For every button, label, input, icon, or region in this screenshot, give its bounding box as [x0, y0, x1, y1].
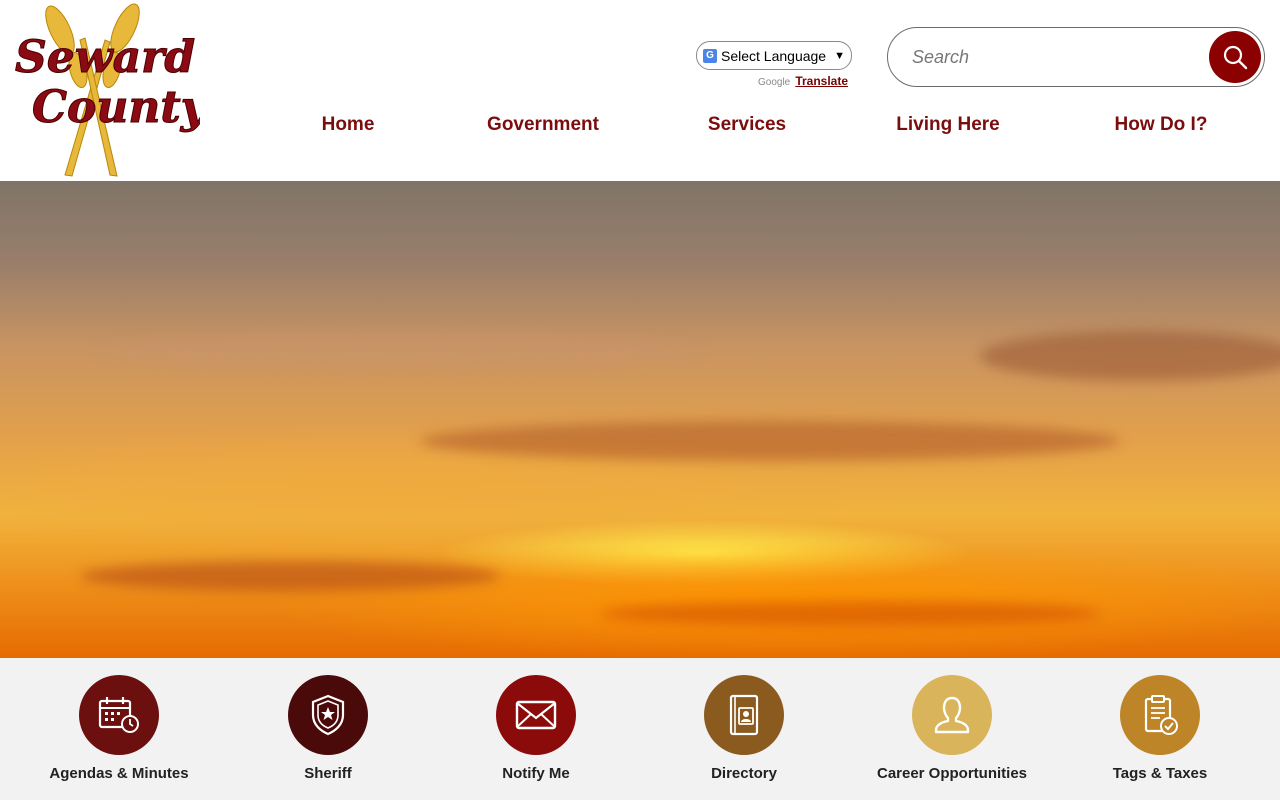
envelope-icon	[515, 700, 557, 730]
nav-how-do-i[interactable]: How Do I?	[1115, 114, 1208, 136]
google-wordmark: Google	[758, 77, 791, 88]
quick-links-bar: Agendas & Minutes Sheriff Notify Me Dire…	[0, 658, 1280, 800]
seward-county-logo[interactable]: Seward County	[10, 0, 210, 180]
quicklink-tags-taxes[interactable]: Tags & Taxes	[1060, 675, 1260, 782]
quicklink-circle	[288, 675, 368, 755]
quicklink-label: Career Opportunities	[876, 765, 1028, 782]
quicklink-label: Tags & Taxes	[1112, 765, 1208, 782]
nav-services[interactable]: Services	[708, 114, 786, 136]
translate-link[interactable]: Translate	[795, 74, 848, 88]
quicklink-label: Notify Me	[502, 765, 570, 782]
hero-sunset-image	[0, 181, 1280, 658]
language-select-label: Select Language	[721, 47, 827, 64]
calendar-clock-icon	[98, 697, 139, 733]
chevron-down-icon: ▼	[834, 49, 845, 62]
quicklink-circle	[1120, 675, 1200, 755]
quicklink-career-opportunities[interactable]: Career Opportunities	[852, 675, 1052, 782]
quicklink-notify-me[interactable]: Notify Me	[436, 675, 636, 782]
search-button[interactable]	[1209, 31, 1261, 83]
nav-home[interactable]: Home	[322, 114, 375, 136]
search-input[interactable]	[912, 42, 1212, 72]
quicklink-circle	[496, 675, 576, 755]
main-nav: Home Government Services Living Here How…	[0, 114, 1280, 144]
person-icon	[934, 696, 970, 734]
sheriff-badge-icon	[311, 694, 345, 736]
quicklink-circle	[912, 675, 992, 755]
logo-line1: Seward	[15, 32, 195, 83]
nav-government[interactable]: Government	[487, 114, 599, 136]
google-translate-widget: G Select Language ▼ Google Translate	[696, 41, 852, 88]
search-box	[887, 27, 1265, 87]
nav-living-here[interactable]: Living Here	[896, 114, 999, 136]
quicklink-circle	[79, 675, 159, 755]
google-translate-icon: G	[703, 48, 717, 63]
clipboard-check-icon	[1144, 695, 1178, 735]
site-header: Seward County G Select Language ▼ Google…	[0, 0, 1280, 181]
search-icon	[1223, 45, 1248, 70]
quicklink-label: Agendas & Minutes	[49, 765, 189, 782]
contact-book-icon	[729, 694, 759, 736]
quicklink-directory[interactable]: Directory	[644, 675, 844, 782]
quicklink-agendas-minutes[interactable]: Agendas & Minutes	[19, 675, 219, 782]
quicklink-sheriff[interactable]: Sheriff	[228, 675, 428, 782]
quicklink-circle	[704, 675, 784, 755]
powered-by-google: Google Translate	[758, 74, 848, 88]
quicklink-label: Sheriff	[304, 765, 352, 782]
quicklink-label: Directory	[711, 765, 777, 782]
language-select[interactable]: G Select Language ▼	[696, 41, 852, 70]
